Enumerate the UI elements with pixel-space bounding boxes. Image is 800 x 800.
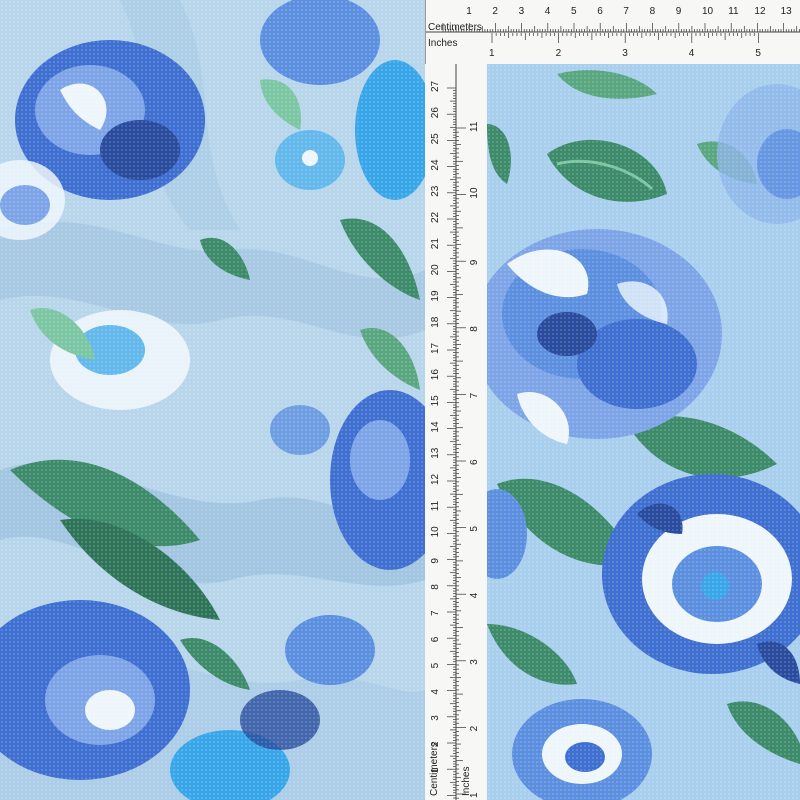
side-cm-label: 5: [430, 662, 441, 668]
side-cm-label: 17: [430, 342, 441, 354]
flat-fabric-illustration: [487, 64, 800, 800]
top-in-label: 5: [755, 48, 761, 59]
side-in-label: 11: [469, 121, 480, 132]
side-cm-label: 19: [430, 290, 441, 302]
top-cm-label: 11: [728, 6, 739, 17]
side-cm-label: 11: [430, 500, 441, 511]
centimeters-label: Centimeters: [428, 22, 482, 33]
top-cm-label: 12: [754, 6, 766, 17]
top-in-label: 4: [689, 48, 695, 59]
top-cm-label: 2: [492, 6, 498, 17]
side-in-label: 9: [469, 259, 480, 265]
side-cm-label: 7: [430, 610, 441, 616]
side-cm-label: 27: [430, 80, 441, 92]
side-in-label: 5: [469, 526, 480, 532]
top-cm-label: 5: [571, 6, 577, 17]
top-in-label: 3: [622, 48, 628, 59]
side-in-label: 7: [469, 392, 480, 398]
side-inches-label: Inches: [461, 767, 472, 796]
side-ruler: 27 26 25 24 23 22 21 20 19 18 17 16 15 14 13 12 11 10 9 8 7 6…: [425, 64, 487, 800]
top-cm-label: 10: [702, 6, 714, 17]
side-cm-label: 25: [430, 133, 441, 145]
top-cm-label: 7: [623, 6, 629, 17]
side-cm-label: 13: [430, 447, 441, 459]
top-in-label: 1: [489, 48, 495, 59]
side-in-label: 2: [469, 725, 480, 731]
top-cm-label: 6: [597, 6, 603, 17]
side-cm-label: 9: [430, 558, 441, 564]
top-cm-label: 13: [781, 6, 793, 17]
side-in-label: 8: [469, 326, 480, 332]
side-cm-label: 12: [430, 473, 441, 485]
side-cm-label: 8: [430, 584, 441, 590]
top-ruler-scale: Centimeters Inches 1234567891011121314 1…: [426, 6, 800, 59]
side-in-label: 3: [469, 659, 480, 665]
side-cm-label: 21: [430, 238, 441, 250]
top-cm-label: 4: [545, 6, 551, 17]
top-ruler: Centimeters Inches 1234567891011121314 1…: [425, 0, 800, 64]
side-cm-label: 4: [430, 689, 441, 695]
flat-fabric-closeup: [487, 64, 800, 800]
draped-fabric-illustration: [0, 0, 425, 800]
side-in-label: 4: [469, 592, 480, 598]
side-cm-label: 15: [430, 395, 441, 407]
side-centimeters-label: Centimeters: [429, 742, 440, 796]
side-cm-label: 16: [430, 369, 441, 381]
top-cm-label: 8: [650, 6, 656, 17]
side-cm-label: 23: [430, 185, 441, 197]
inches-label: Inches: [428, 38, 457, 49]
draped-fabric-photo: [0, 0, 425, 800]
side-in-label: 10: [469, 187, 480, 199]
side-in-label: 6: [469, 459, 480, 465]
side-cm-label: 6: [430, 636, 441, 642]
side-cm-label: 22: [430, 211, 441, 223]
side-cm-label: 3: [430, 715, 441, 721]
top-in-label: 2: [556, 48, 562, 59]
side-cm-label: 18: [430, 316, 441, 328]
top-cm-label: 3: [519, 6, 525, 17]
side-cm-label: 14: [430, 421, 441, 433]
side-cm-label: 20: [430, 264, 441, 276]
side-cm-label: 26: [430, 107, 441, 119]
side-cm-label: 10: [430, 526, 441, 538]
side-ruler-scale: 2726252423222120191817161514131211109876…: [429, 64, 480, 800]
top-cm-label: 9: [676, 6, 682, 17]
top-cm-label: 1: [466, 6, 472, 17]
side-cm-label: 24: [430, 159, 441, 171]
